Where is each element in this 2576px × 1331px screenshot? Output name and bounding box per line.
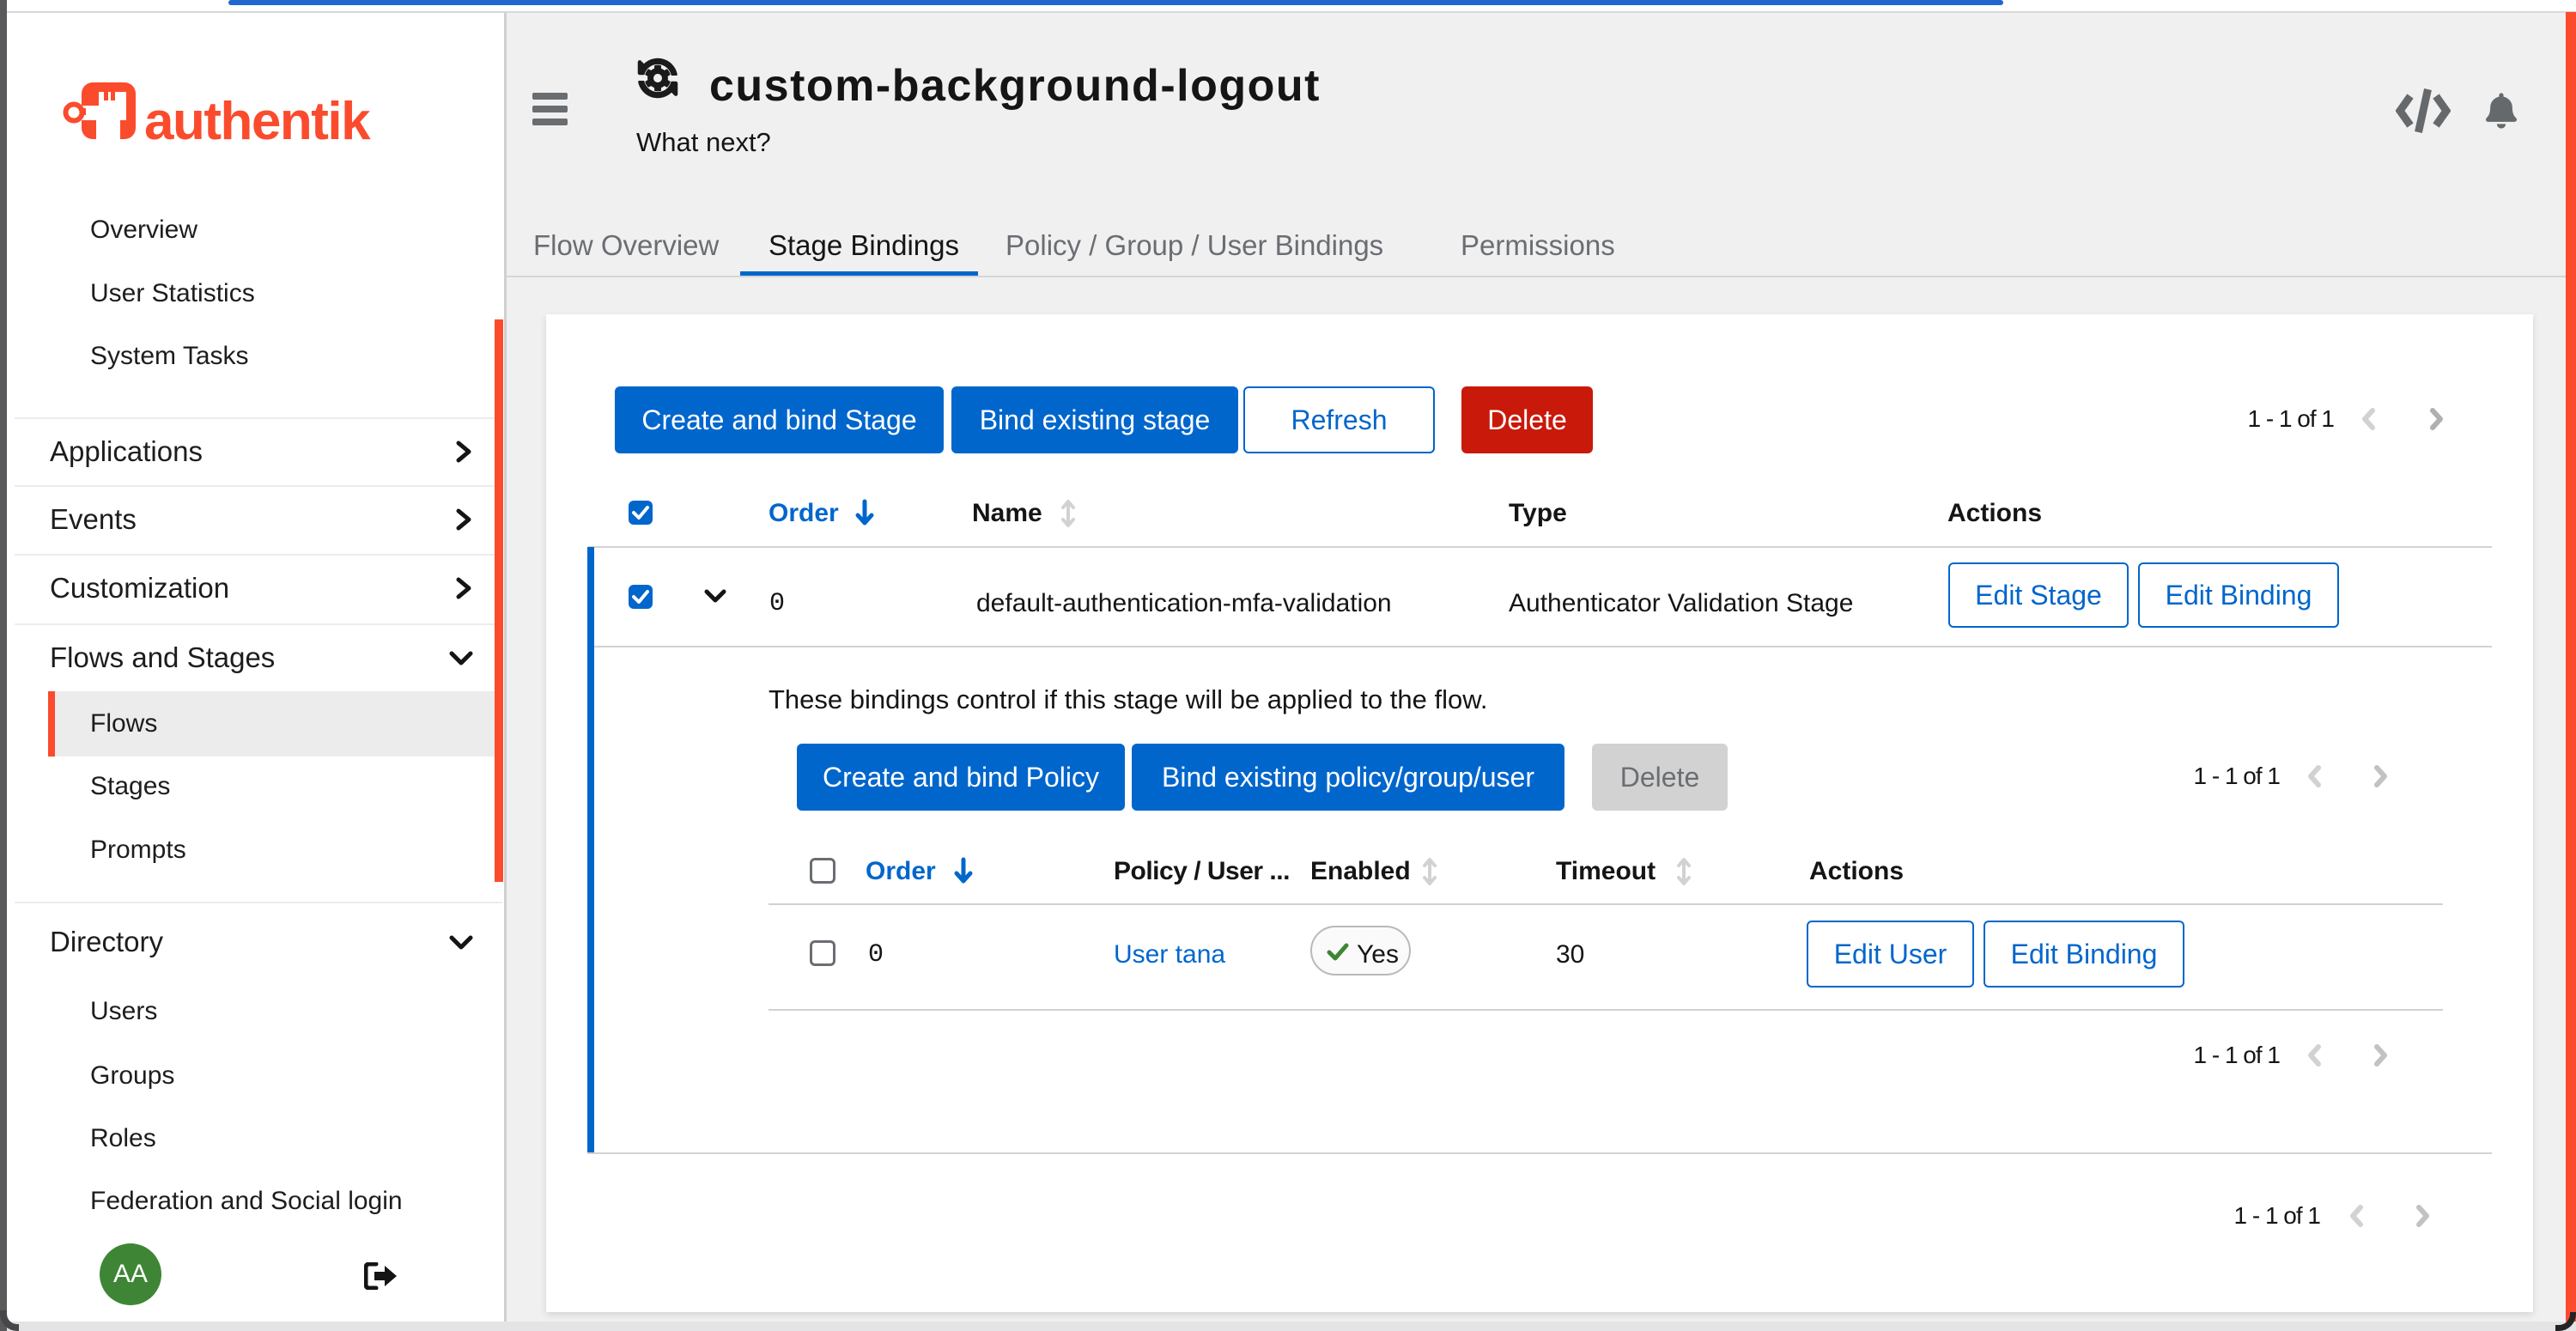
svg-text:authentik: authentik bbox=[144, 92, 371, 151]
